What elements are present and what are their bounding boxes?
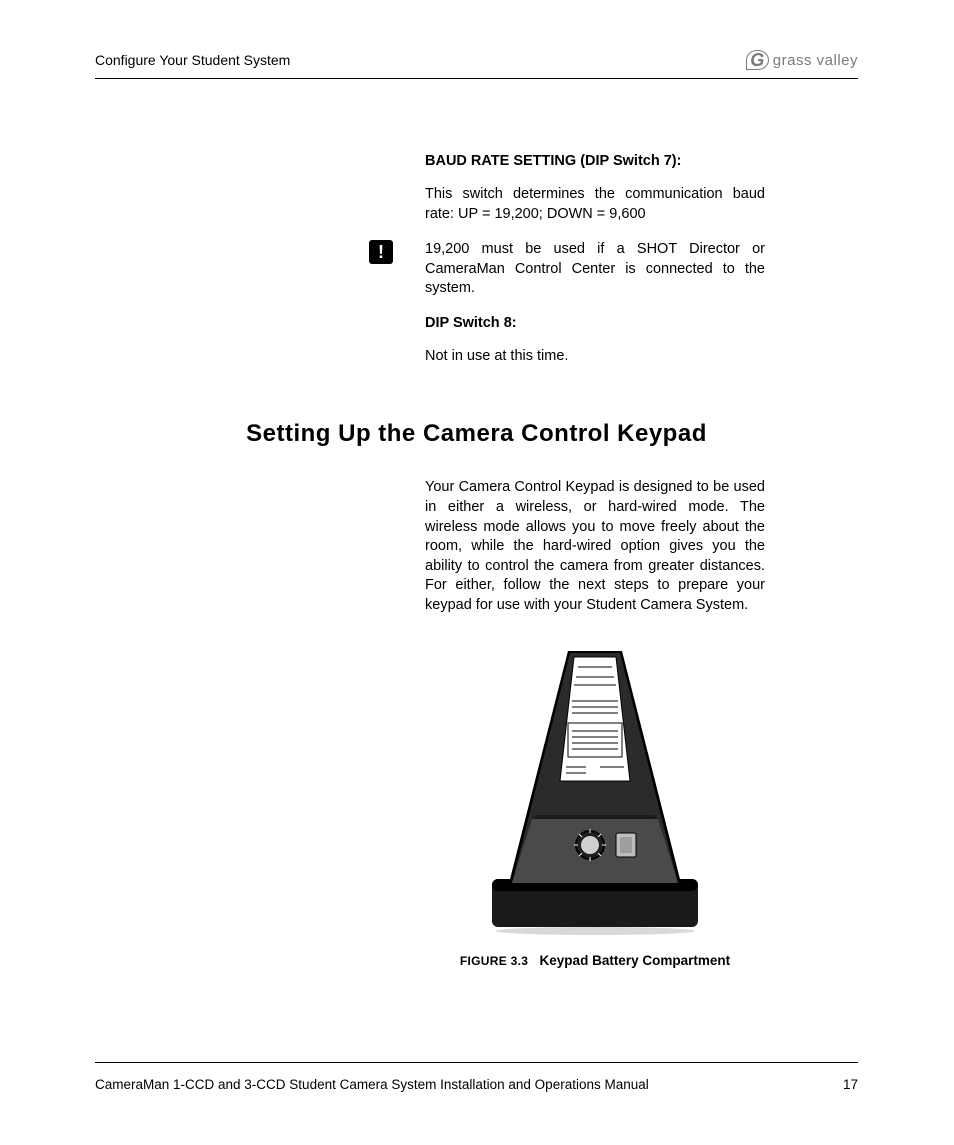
- figure-keypad: FIGURE 3.3 Keypad Battery Compartment: [425, 643, 765, 968]
- alert-icon: !: [369, 240, 393, 264]
- dip8-heading: DIP Switch 8:: [425, 315, 765, 331]
- logo-text: grass valley: [773, 52, 858, 69]
- page-header: Configure Your Student System G grass va…: [95, 50, 858, 79]
- footer-page-number: 17: [843, 1077, 858, 1092]
- baud-alert-text: 19,200 must be used if a SHOT Director o…: [425, 240, 765, 299]
- footer-manual-title: CameraMan 1-CCD and 3-CCD Student Camera…: [95, 1077, 649, 1092]
- section-heading: Setting Up the Camera Control Keypad: [95, 420, 858, 448]
- figure-caption-text: Keypad Battery Compartment: [540, 953, 731, 968]
- figure-number: FIGURE 3.3: [460, 954, 528, 968]
- logo-mark-icon: G: [746, 50, 769, 70]
- dip8-body: Not in use at this time.: [425, 347, 765, 367]
- header-section-title: Configure Your Student System: [95, 52, 290, 68]
- figure-caption: FIGURE 3.3 Keypad Battery Compartment: [460, 953, 730, 968]
- brand-logo: G grass valley: [746, 50, 858, 70]
- page-footer: CameraMan 1-CCD and 3-CCD Student Camera…: [95, 1062, 858, 1092]
- keypad-device-illustration: [482, 643, 708, 937]
- keypad-intro-para: Your Camera Control Keypad is designed t…: [425, 478, 765, 615]
- baud-heading: BAUD RATE SETTING (DIP Switch 7):: [425, 153, 765, 169]
- baud-body: This switch determines the communication…: [425, 185, 765, 224]
